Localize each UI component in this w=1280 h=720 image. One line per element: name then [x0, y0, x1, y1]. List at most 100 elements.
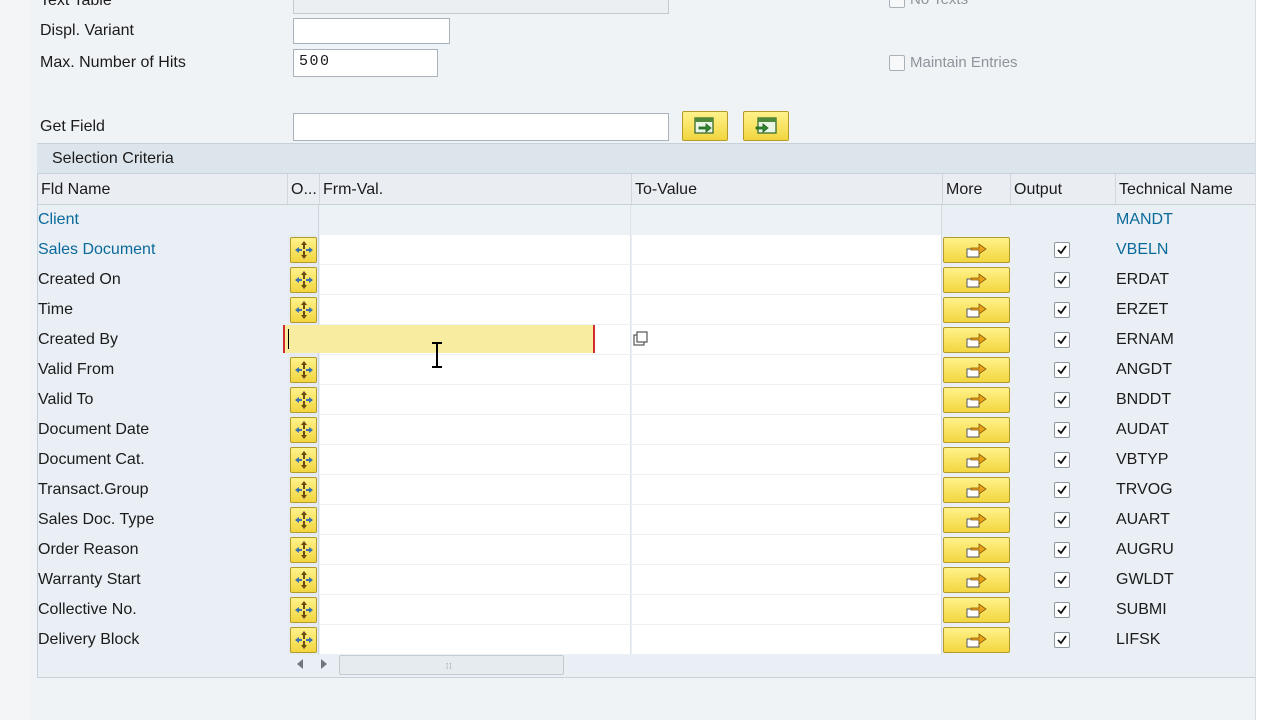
to-value-input[interactable]	[632, 235, 942, 265]
option-icon	[295, 601, 313, 619]
col-header-option[interactable]: O...	[288, 174, 320, 205]
output-checkbox[interactable]	[1054, 242, 1070, 258]
from-value-input[interactable]	[320, 265, 631, 295]
multiple-selection-button[interactable]	[943, 507, 1010, 533]
maintain-entries-checkbox-row[interactable]: Maintain Entries	[889, 54, 1018, 71]
multiple-selection-button[interactable]	[943, 537, 1010, 563]
option-button[interactable]	[290, 567, 317, 593]
multiple-selection-button[interactable]	[943, 477, 1010, 503]
option-cell	[288, 475, 319, 505]
option-button[interactable]	[290, 507, 317, 533]
multiple-selection-button[interactable]	[943, 297, 1010, 323]
col-header-more[interactable]: More	[943, 174, 1011, 205]
table-row: Valid To BNDDT	[37, 385, 1255, 415]
to-value-input[interactable]	[632, 565, 942, 595]
to-value-input[interactable]	[632, 505, 942, 535]
col-header-to-value[interactable]: To-Value	[632, 174, 943, 205]
output-checkbox[interactable]	[1054, 302, 1070, 318]
multiple-selection-button[interactable]	[943, 417, 1010, 443]
no-texts-checkbox	[889, 0, 905, 8]
output-checkbox[interactable]	[1054, 362, 1070, 378]
to-value-input[interactable]	[632, 355, 942, 385]
checkmark-icon	[1057, 425, 1067, 435]
multiple-selection-button[interactable]	[943, 237, 1010, 263]
output-checkbox[interactable]	[1054, 332, 1070, 348]
max-hits-input[interactable]: 500	[293, 49, 438, 77]
col-header-technical-name[interactable]: Technical Name	[1116, 174, 1255, 205]
get-field-input[interactable]	[293, 113, 669, 141]
output-checkbox[interactable]	[1054, 452, 1070, 468]
option-button[interactable]	[290, 537, 317, 563]
multiple-selection-button[interactable]	[943, 447, 1010, 473]
to-value-input[interactable]	[632, 595, 942, 625]
option-button[interactable]	[290, 387, 317, 413]
output-checkbox[interactable]	[1054, 482, 1070, 498]
col-header-fld-name[interactable]: Fld Name	[38, 174, 288, 205]
option-button[interactable]	[290, 597, 317, 623]
from-value-input[interactable]	[320, 445, 631, 475]
col-header-from-value[interactable]: Frm-Val.	[320, 174, 632, 205]
maintain-entries-checkbox[interactable]	[889, 54, 905, 71]
output-checkbox[interactable]	[1054, 272, 1070, 288]
to-value-input[interactable]	[632, 475, 942, 505]
col-header-output[interactable]: Output	[1011, 174, 1116, 205]
to-value-input[interactable]	[632, 385, 942, 415]
option-cell	[288, 295, 319, 325]
value-help-icon[interactable]	[633, 331, 649, 347]
scroll-left-icon[interactable]	[297, 659, 303, 669]
from-value-input[interactable]	[320, 505, 631, 535]
option-button[interactable]	[290, 627, 317, 653]
multiple-selection-button[interactable]	[943, 327, 1010, 353]
output-checkbox[interactable]	[1054, 602, 1070, 618]
output-checkbox[interactable]	[1054, 392, 1070, 408]
from-value-input[interactable]	[320, 355, 631, 385]
to-value-input[interactable]	[632, 535, 942, 565]
to-value-input[interactable]	[632, 295, 942, 325]
checkmark-icon	[1057, 245, 1067, 255]
multiple-selection-button[interactable]	[943, 597, 1010, 623]
option-button[interactable]	[290, 357, 317, 383]
option-button[interactable]	[290, 297, 317, 323]
to-value-input[interactable]	[632, 445, 942, 475]
import-button[interactable]	[682, 111, 728, 141]
multiple-selection-button[interactable]	[943, 267, 1010, 293]
technical-name-cell: LIFSK	[1116, 631, 1161, 648]
multiple-selection-button[interactable]	[943, 567, 1010, 593]
option-button[interactable]	[290, 477, 317, 503]
output-checkbox[interactable]	[1054, 422, 1070, 438]
scroll-right-icon[interactable]	[321, 659, 327, 669]
horizontal-scrollbar[interactable]: ⁞⁞	[290, 654, 570, 676]
output-checkbox[interactable]	[1054, 632, 1070, 648]
displ-variant-input[interactable]	[293, 18, 450, 44]
table-row: Sales Document VBELN	[37, 235, 1255, 265]
to-value-input[interactable]	[632, 625, 942, 655]
to-value-input[interactable]	[632, 415, 942, 445]
from-value-input[interactable]	[320, 475, 631, 505]
from-value-input[interactable]	[320, 625, 631, 655]
scrollbar-thumb[interactable]: ⁞⁞	[339, 655, 564, 675]
output-cell	[1011, 385, 1115, 415]
from-value-input[interactable]	[320, 535, 631, 565]
output-checkbox[interactable]	[1054, 512, 1070, 528]
option-button[interactable]	[290, 417, 317, 443]
multiple-selection-button[interactable]	[943, 387, 1010, 413]
table-row: Document Cat. VBTYP	[37, 445, 1255, 475]
export-button[interactable]	[743, 111, 789, 141]
from-value-input[interactable]	[320, 235, 631, 265]
option-icon	[295, 571, 313, 589]
output-checkbox[interactable]	[1054, 572, 1070, 588]
from-value-input[interactable]	[320, 595, 631, 625]
from-value-input[interactable]	[320, 565, 631, 595]
output-checkbox[interactable]	[1054, 542, 1070, 558]
to-value-input[interactable]	[632, 325, 942, 355]
option-button[interactable]	[290, 447, 317, 473]
from-value-input[interactable]	[320, 385, 631, 415]
option-button[interactable]	[290, 237, 317, 263]
multiple-selection-button[interactable]	[943, 627, 1010, 653]
export-icon	[755, 117, 777, 134]
multiple-selection-button[interactable]	[943, 357, 1010, 383]
option-button[interactable]	[290, 267, 317, 293]
from-value-input[interactable]	[320, 295, 631, 325]
to-value-input[interactable]	[632, 265, 942, 295]
from-value-input[interactable]	[320, 415, 631, 445]
